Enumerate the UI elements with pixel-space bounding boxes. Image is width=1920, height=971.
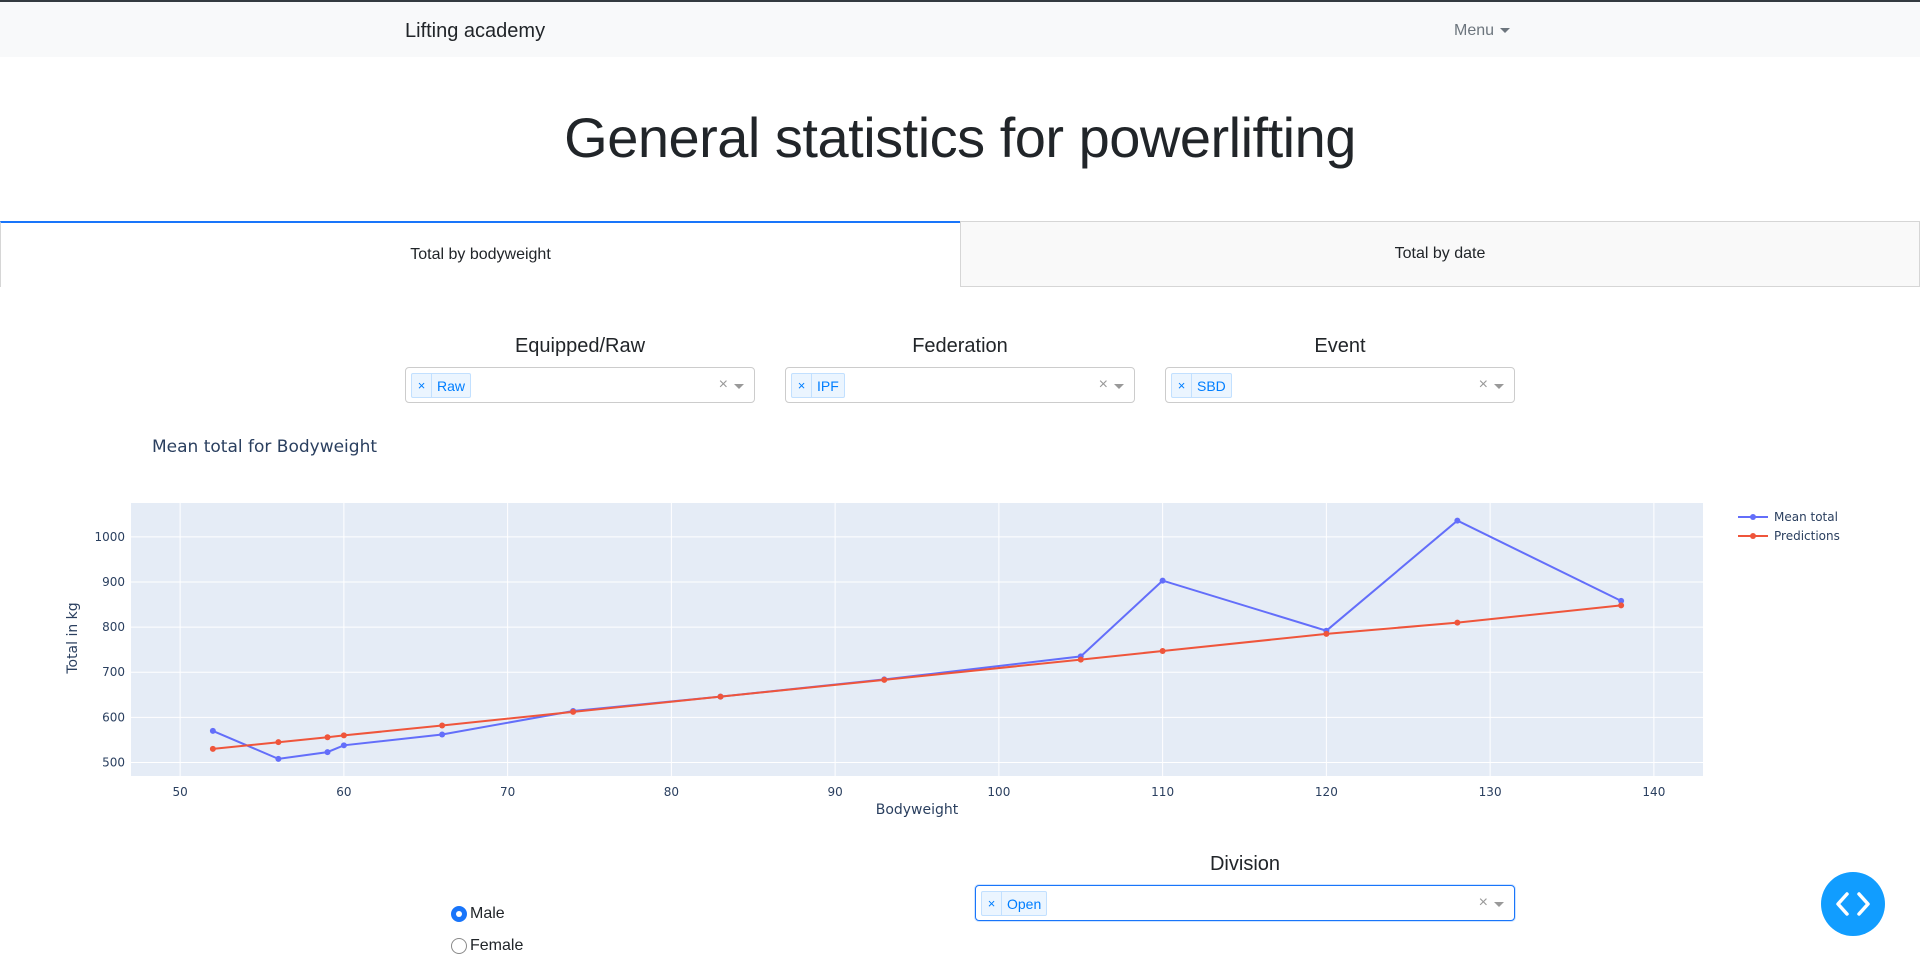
data-point[interactable]	[1618, 602, 1625, 609]
x-tick-label: 140	[1642, 785, 1665, 799]
code-brackets-icon	[1836, 892, 1870, 916]
radio-button[interactable]	[451, 906, 467, 922]
radio-male[interactable]: Male	[451, 905, 505, 923]
tag-remove-icon[interactable]: ×	[982, 892, 1002, 915]
selected-tag: × Open	[981, 891, 1048, 916]
tag-remove-icon[interactable]: ×	[792, 374, 812, 397]
tag-label: SBD	[1197, 377, 1226, 394]
division-label: Division	[1209, 853, 1281, 875]
clear-icon[interactable]: ×	[719, 376, 728, 394]
chart-title: Mean total for Bodyweight	[152, 437, 377, 457]
data-point[interactable]	[340, 742, 347, 749]
data-point[interactable]	[1454, 517, 1461, 524]
caret-down-icon	[1500, 28, 1511, 34]
data-point[interactable]	[439, 731, 446, 738]
tab-total-by-date[interactable]: Total by date	[960, 221, 1920, 287]
page-title: General statistics for powerlifting	[564, 106, 1356, 169]
data-point[interactable]	[209, 745, 216, 752]
code-toggle-button[interactable]	[1821, 872, 1885, 936]
data-point[interactable]	[324, 749, 331, 756]
navbar: Lifting academy Menu	[0, 0, 1920, 57]
tag-remove-icon[interactable]: ×	[412, 374, 432, 397]
clear-icon[interactable]: ×	[1479, 376, 1488, 394]
event-label: Event	[1314, 335, 1366, 357]
x-tick-label: 130	[1479, 785, 1502, 799]
data-point[interactable]	[275, 739, 282, 746]
x-tick-label: 110	[1151, 785, 1174, 799]
x-tick-label: 90	[827, 785, 842, 799]
x-axis-title: Bodyweight	[876, 802, 959, 818]
tab-label: Total by bodyweight	[410, 246, 551, 263]
tab-total-by-bodyweight[interactable]: Total by bodyweight	[0, 221, 960, 287]
y-tick-label: 900	[102, 575, 125, 589]
legend[interactable]: Mean total Predictions	[1738, 510, 1840, 543]
chevron-down-icon[interactable]	[1494, 384, 1504, 389]
event-dropdown[interactable]: × SBD ×	[1165, 367, 1515, 403]
x-tick-label: 80	[664, 785, 679, 799]
menu-dropdown[interactable]: Menu	[1454, 22, 1511, 40]
data-point[interactable]	[1323, 630, 1330, 637]
menu-label: Menu	[1454, 22, 1495, 39]
data-point[interactable]	[570, 708, 577, 715]
tag-label: Raw	[437, 377, 466, 394]
radio-label: Male	[470, 905, 505, 922]
data-point[interactable]	[340, 732, 347, 739]
data-point[interactable]	[1077, 656, 1084, 663]
chevron-down-icon[interactable]	[734, 384, 744, 389]
y-tick-label: 600	[102, 710, 125, 724]
selected-tag: × Raw	[411, 373, 472, 398]
chevron-down-icon[interactable]	[1114, 384, 1124, 389]
data-point[interactable]	[717, 693, 724, 700]
chart-svg: Mean total for Bodyweight 50 60 70 80 90 100 1…	[65, 437, 1840, 818]
data-point[interactable]	[1159, 577, 1166, 584]
x-tick-label: 70	[500, 785, 515, 799]
federation-dropdown[interactable]: × IPF ×	[785, 367, 1135, 403]
brand-link[interactable]: Lifting academy	[405, 20, 545, 43]
legend-label: Predictions	[1774, 529, 1840, 543]
equipped-label: Equipped/Raw	[514, 335, 646, 357]
federation-label: Federation	[912, 335, 1008, 357]
tab-label: Total by date	[1394, 245, 1486, 262]
tag-remove-icon[interactable]: ×	[1172, 374, 1192, 397]
data-point[interactable]	[324, 734, 331, 741]
bodyweight-chart: Mean total for Bodyweight 50 60 70 80 90 100 1…	[0, 425, 1920, 825]
legend-marker	[1750, 514, 1756, 520]
y-tick-label: 1000	[94, 530, 125, 544]
plot-area	[131, 503, 1703, 776]
radio-female[interactable]: Female	[451, 937, 523, 955]
equipped-dropdown[interactable]: × Raw ×	[405, 367, 755, 403]
data-point[interactable]	[439, 722, 446, 729]
tag-label: Open	[1007, 895, 1042, 912]
x-tick-label: 50	[172, 785, 187, 799]
legend-item[interactable]: Predictions	[1738, 529, 1840, 543]
radio-button[interactable]	[451, 938, 467, 954]
selected-tag: × SBD	[1171, 373, 1232, 398]
y-axis-title: Total in kg	[65, 602, 81, 674]
x-tick-label: 60	[336, 785, 351, 799]
radio-label: Female	[470, 937, 524, 954]
data-point[interactable]	[1454, 619, 1461, 626]
legend-marker	[1750, 533, 1756, 539]
division-dropdown[interactable]: × Open ×	[975, 885, 1515, 921]
x-tick-label: 120	[1315, 785, 1338, 799]
legend-label: Mean total	[1774, 510, 1838, 524]
y-tick-label: 800	[102, 620, 125, 634]
selected-tag: × IPF	[791, 373, 845, 398]
x-tick-label: 100	[987, 785, 1010, 799]
y-tick-label: 700	[102, 665, 125, 679]
y-tick-label: 500	[102, 755, 125, 769]
clear-icon[interactable]: ×	[1099, 376, 1108, 394]
data-point[interactable]	[275, 755, 282, 762]
data-point[interactable]	[881, 676, 888, 683]
clear-icon[interactable]: ×	[1479, 894, 1488, 912]
legend-item[interactable]: Mean total	[1738, 510, 1838, 524]
chevron-down-icon[interactable]	[1494, 902, 1504, 907]
data-point[interactable]	[1159, 648, 1166, 655]
data-point[interactable]	[209, 727, 216, 734]
tag-label: IPF	[817, 377, 839, 394]
